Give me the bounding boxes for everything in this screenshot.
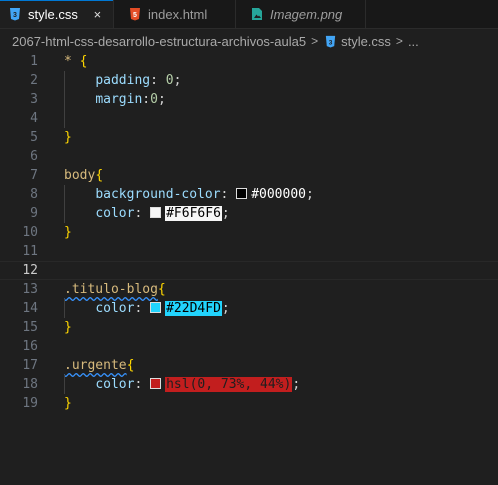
line-number: 9	[30, 206, 38, 221]
line-number: 18	[22, 377, 38, 392]
value: 0	[165, 73, 174, 88]
brace: {	[157, 282, 166, 297]
breadcrumb-file[interactable]: 3 style.css	[323, 34, 391, 49]
line-number: 13	[22, 282, 38, 297]
svg-text:5: 5	[133, 12, 137, 19]
color-swatch-black[interactable]	[236, 188, 248, 199]
code-line: 5 }	[0, 128, 498, 147]
line-number: 6	[30, 149, 38, 164]
property: margin	[95, 92, 143, 107]
close-icon[interactable]: ×	[90, 5, 105, 23]
tab-imagem-png[interactable]: Imagem.png	[236, 0, 366, 28]
tab-style-css[interactable]: 3 style.css ×	[0, 0, 114, 28]
property: background-color	[95, 187, 221, 202]
line-number: 12	[22, 263, 38, 278]
brace: }	[64, 225, 72, 240]
brace: {	[95, 168, 104, 183]
line-number: 14	[22, 301, 38, 316]
color-swatch-blue[interactable]	[150, 302, 162, 313]
code-line: 16	[0, 337, 498, 356]
tab-label: style.css	[28, 6, 78, 22]
code-line: 1 * {	[0, 52, 498, 71]
brace: }	[64, 130, 72, 145]
code-line: 13 .titulo-blog{	[0, 280, 498, 299]
code-line: 9 color: #F6F6F6;	[0, 204, 498, 223]
line-number: 15	[22, 320, 38, 335]
value: #000000	[251, 187, 306, 202]
code-line: 10 }	[0, 223, 498, 242]
selector: *	[64, 54, 72, 69]
line-number: 2	[30, 73, 38, 88]
code-line: 19 }	[0, 394, 498, 413]
brace: {	[79, 54, 88, 69]
line-number: 11	[22, 244, 38, 259]
chevron-right-icon: >	[395, 34, 403, 48]
brace: }	[64, 320, 72, 335]
color-swatch-light[interactable]	[150, 207, 162, 218]
property: color	[95, 206, 135, 221]
css-icon: 3	[8, 7, 22, 21]
image-file-icon	[250, 7, 264, 21]
value: #F6F6F6	[165, 206, 222, 221]
line-number: 1	[30, 54, 38, 69]
breadcrumb: 2067-html-css-desarrollo-estructura-arch…	[0, 30, 498, 52]
code-line: 8 background-color: #000000;	[0, 185, 498, 204]
indent-guide	[64, 109, 65, 128]
value: #22D4FD	[165, 301, 222, 316]
selector: .urgente	[64, 358, 127, 373]
line-number: 7	[30, 168, 38, 183]
line-number: 16	[22, 339, 38, 354]
property: padding	[95, 73, 151, 88]
html-icon: 5	[128, 7, 142, 21]
code-line: 18 color: hsl(0, 73%, 44%);	[0, 375, 498, 394]
value: hsl(0, 73%, 44%)	[165, 377, 293, 392]
svg-text:3: 3	[13, 12, 17, 19]
line-number: 5	[30, 130, 38, 145]
property: color	[95, 377, 135, 392]
code-line: 17 .urgente{	[0, 356, 498, 375]
breadcrumb-more[interactable]: ...	[408, 34, 419, 49]
tab-label: Imagem.png	[270, 6, 343, 22]
tab-index-html[interactable]: 5 index.html	[114, 0, 236, 28]
line-number: 4	[30, 111, 38, 126]
selector: .titulo-blog	[64, 282, 158, 297]
breadcrumb-file-label: style.css	[341, 33, 391, 49]
value: 0	[150, 92, 158, 107]
line-number: 10	[22, 225, 38, 240]
code-line: 2 padding: 0;	[0, 71, 498, 90]
css-icon: 3	[323, 34, 337, 48]
line-number: 19	[22, 396, 38, 411]
brace: {	[126, 358, 135, 373]
property: color	[95, 301, 135, 316]
tab-bar: 3 style.css × 5 index.html Imagem.png	[0, 0, 498, 29]
code-line: 11	[0, 242, 498, 261]
code-line: 4	[0, 109, 498, 128]
code-line: 15 }	[0, 318, 498, 337]
tab-label: index.html	[148, 6, 208, 22]
code-editor[interactable]: 1 * { 2 padding: 0; 3 margin:0; 4 5 } 6 …	[0, 52, 498, 485]
current-line: 12	[0, 261, 498, 280]
breadcrumb-folder[interactable]: 2067-html-css-desarrollo-estructura-arch…	[12, 34, 306, 49]
line-number: 17	[22, 358, 38, 373]
chevron-right-icon: >	[311, 34, 319, 48]
color-swatch-red[interactable]	[150, 378, 162, 389]
brace: }	[64, 396, 72, 411]
line-number: 8	[30, 187, 38, 202]
code-line: 3 margin:0;	[0, 90, 498, 109]
code-line: 14 color: #22D4FD;	[0, 299, 498, 318]
svg-text:3: 3	[328, 39, 332, 46]
line-number: 3	[30, 92, 38, 107]
selector: body	[64, 168, 96, 183]
code-line: 7 body{	[0, 166, 498, 185]
code-line: 6	[0, 147, 498, 166]
